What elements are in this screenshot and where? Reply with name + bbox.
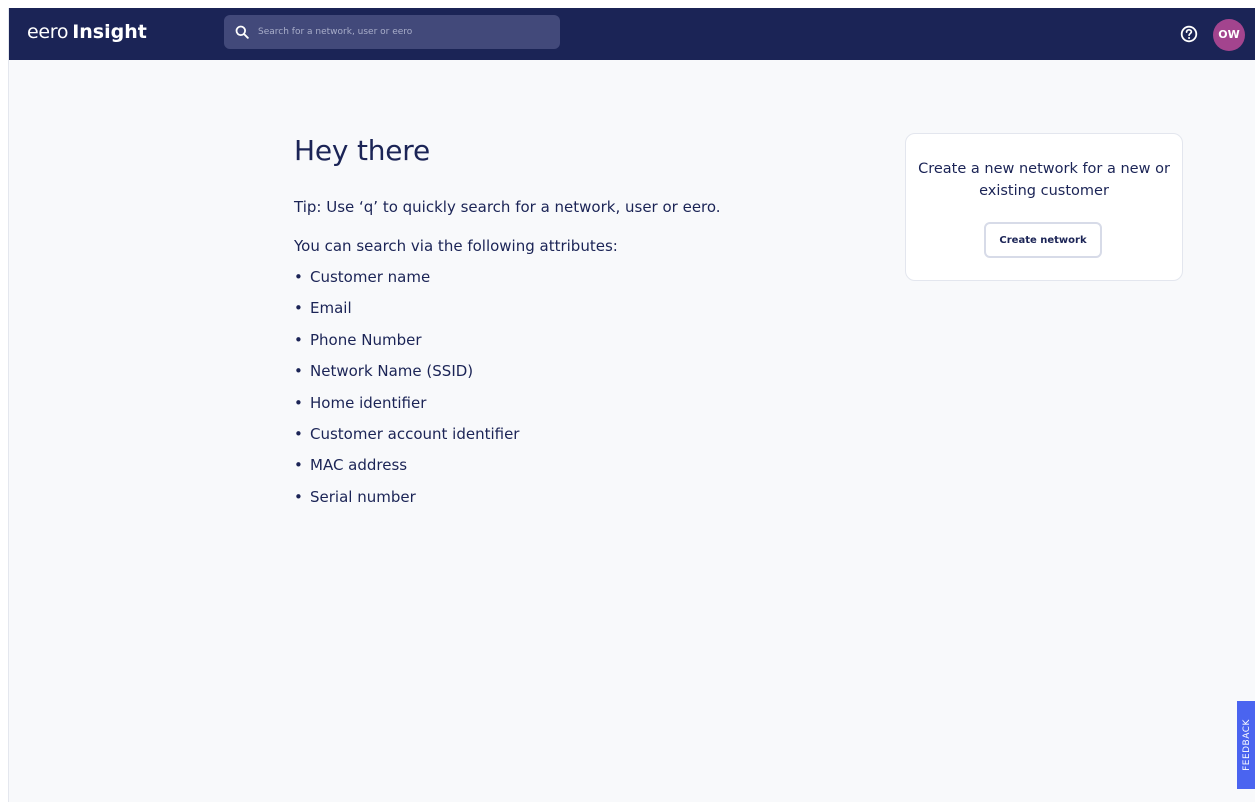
feedback-label: FEEDBACK — [1241, 719, 1252, 771]
list-item: • Customer account identifier — [294, 424, 520, 443]
list-item: • Serial number — [294, 487, 416, 506]
search-icon — [235, 25, 249, 39]
list-item: • Customer name — [294, 268, 431, 286]
page-title: Hey there — [294, 134, 431, 167]
attribute-label: Serial number — [310, 487, 416, 506]
help-icon — [1180, 25, 1198, 43]
search-tip: Tip: Use ‘q’ to quickly search for a net… — [294, 198, 721, 216]
list-item: • Phone Number — [294, 330, 422, 349]
user-avatar[interactable]: OW — [1213, 19, 1245, 51]
attribute-label: Network Name (SSID) — [310, 362, 474, 381]
brand-prefix: eero — [27, 21, 69, 43]
list-item: • Email — [294, 299, 352, 318]
list-item: • MAC address — [294, 456, 408, 475]
create-network-button[interactable]: Create network — [984, 222, 1102, 258]
top-navigation-bar: eeroInsight OW — [9, 8, 1255, 60]
attribute-label: Email — [310, 299, 352, 318]
attributes-intro: You can search via the following attribu… — [294, 237, 618, 255]
attribute-label: Customer name — [310, 268, 431, 286]
create-network-card: Create a new network for a new or existi… — [905, 133, 1183, 281]
brand-name: Insight — [72, 21, 147, 43]
app-window: eeroInsight OW Hey there Tip: Use ‘q’ to… — [8, 8, 1255, 802]
global-search[interactable] — [224, 15, 560, 49]
attribute-label: Home identifier — [310, 393, 427, 412]
feedback-tab[interactable]: FEEDBACK — [1237, 701, 1255, 789]
attribute-label: Customer account identifier — [310, 424, 520, 443]
attribute-label: MAC address — [310, 456, 408, 475]
welcome-section: Hey there Tip: Use ‘q’ to quickly search… — [294, 133, 834, 506]
search-input[interactable] — [258, 23, 548, 41]
eero-insight-logo[interactable]: eero Insight — [27, 20, 147, 44]
list-item: • Network Name (SSID) — [294, 362, 474, 381]
create-network-description: Create a new network for a new or existi… — [918, 161, 1170, 199]
list-item: • Home identifier — [294, 393, 427, 412]
search-attributes-list: • Customer name • Email • Phone Number • Net… — [294, 267, 519, 518]
attribute-label: Phone Number — [310, 330, 422, 349]
help-button[interactable] — [1179, 24, 1199, 44]
